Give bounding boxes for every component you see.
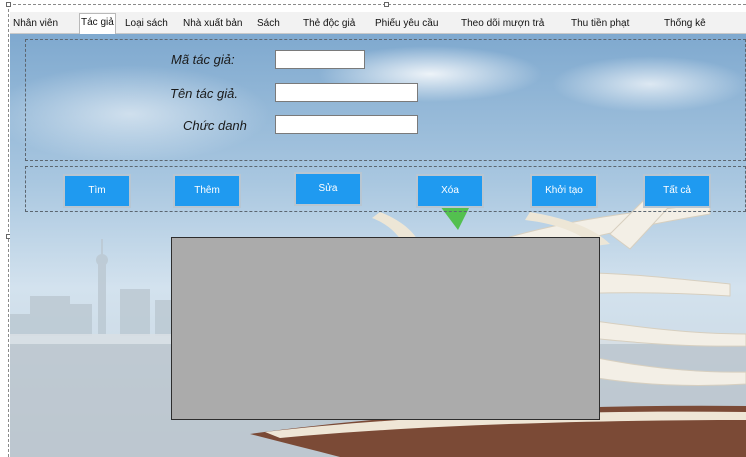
- chuc-danh-input[interactable]: [275, 115, 418, 134]
- tab-phieu-yeu-cau[interactable]: Phiếu yêu cầu: [374, 15, 439, 34]
- ma-tac-gia-input[interactable]: [275, 50, 365, 69]
- tim-button[interactable]: Tìm: [63, 174, 131, 208]
- tab-thong-ke[interactable]: Thống kê: [663, 15, 707, 34]
- author-data-grid[interactable]: [171, 237, 600, 420]
- tab-sach[interactable]: Sách: [256, 15, 281, 34]
- tab-loai-sach[interactable]: Loại sách: [124, 15, 169, 34]
- ma-tac-gia-label: Mã tác giả:: [171, 52, 235, 67]
- ten-tac-gia-label: Tên tác giả.: [170, 86, 238, 101]
- tab-theo-doi-muon-tra[interactable]: Theo dõi mượn trả: [460, 15, 545, 34]
- tab-thu-tien-phat[interactable]: Thu tiền phạt: [570, 15, 630, 34]
- tab-nhan-vien[interactable]: Nhân viên: [12, 15, 59, 34]
- resize-handle-top-left[interactable]: [6, 2, 11, 7]
- them-button[interactable]: Thêm: [173, 174, 241, 208]
- tab-nha-xuat-ban[interactable]: Nhà xuất bản: [182, 15, 244, 34]
- xoa-button[interactable]: Xóa: [416, 174, 484, 208]
- ten-tac-gia-input[interactable]: [275, 83, 418, 102]
- khoi-tao-button[interactable]: Khởi tạo: [530, 174, 598, 208]
- tab-the-doc-gia[interactable]: Thẻ độc giả: [302, 15, 356, 34]
- tab-strip: Nhân viên Tác giả Loại sách Nhà xuất bản…: [10, 12, 746, 35]
- action-buttons-group: [25, 166, 746, 212]
- tat-ca-button[interactable]: Tất cả: [643, 174, 711, 208]
- chuc-danh-label: Chức danh: [183, 118, 247, 133]
- resize-handle-top[interactable]: [384, 2, 389, 7]
- sua-button[interactable]: Sửa: [294, 172, 362, 206]
- tab-tac-gia[interactable]: Tác giả: [79, 13, 116, 35]
